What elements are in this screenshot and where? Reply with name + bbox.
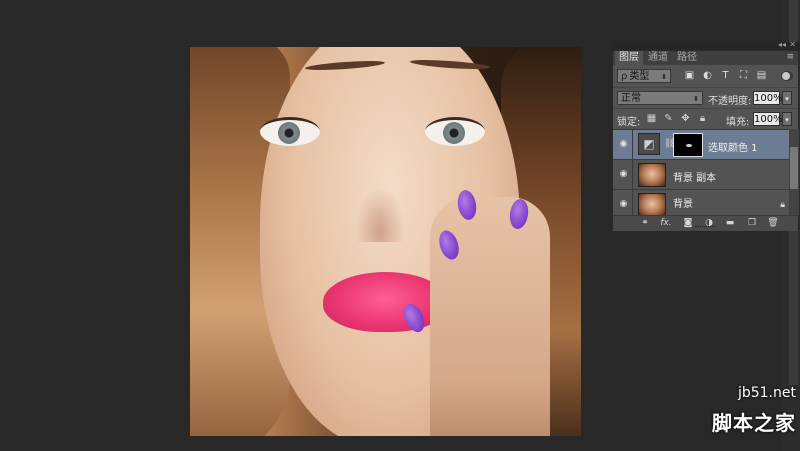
resize-grip[interactable] xyxy=(695,226,715,229)
filter-type-select[interactable]: ρ 类型 ⬍ xyxy=(617,69,671,83)
layer-row-selective-color[interactable]: ◉ ◩ ⛓ 选取颜色 1 xyxy=(613,130,789,160)
lock-row: 锁定: ▦ ✎ ✥ 🔒︎ 填充: 100% ▾ xyxy=(613,108,798,129)
canvas-image[interactable] xyxy=(190,47,581,436)
layer-row-background-copy[interactable]: ◉ 背景 副本 xyxy=(613,160,789,190)
folder-icon[interactable]: ▬ xyxy=(724,218,736,229)
fx-icon[interactable]: fx. xyxy=(660,218,672,229)
blend-mode-value: 正常 xyxy=(621,93,641,104)
lock-paint-icon[interactable]: ✎ xyxy=(663,113,674,124)
layer-name[interactable]: 背景 xyxy=(673,195,693,210)
layer-row-background[interactable]: ◉ 背景 🔒︎ xyxy=(613,190,789,216)
smart-object-filter-icon[interactable]: ▤ xyxy=(756,70,767,81)
blend-mode-select[interactable]: 正常 ⬍ xyxy=(617,91,703,105)
layers-scrollbar-thumb[interactable] xyxy=(790,147,798,189)
tab-channels[interactable]: 通道 xyxy=(644,51,672,65)
fill-label: 填充: xyxy=(726,117,750,128)
layer-name[interactable]: 选取颜色 1 xyxy=(708,139,758,154)
opacity-label: 不透明度: xyxy=(708,96,752,107)
panel-tabs: 图层 通道 路径 ≡ xyxy=(613,51,798,65)
new-layer-icon[interactable]: ❐ xyxy=(746,218,758,229)
filter-toggle[interactable] xyxy=(781,71,793,81)
collapse-icon[interactable]: ◂◂ xyxy=(778,40,786,49)
layers-panel: 图层 通道 路径 ≡ ρ 类型 ⬍ ▣ ◐ T ⛶ ▤ 正常 ⬍ 不透明度: 10… xyxy=(612,50,799,231)
visibility-eye-icon[interactable]: ◉ xyxy=(618,170,629,179)
watermark-url: jb51.net xyxy=(737,385,796,401)
lock-transparent-icon[interactable]: ▦ xyxy=(646,113,657,124)
link-icon[interactable]: ⚭ xyxy=(639,218,651,229)
right-eye xyxy=(425,117,485,146)
opacity-dropdown-button[interactable]: ▾ xyxy=(782,91,792,105)
search-icon: ρ xyxy=(621,71,628,82)
selective-color-adjustment-icon[interactable]: ◩ xyxy=(638,133,660,155)
layers-scrollbar-track[interactable] xyxy=(789,129,799,215)
layer-name[interactable]: 背景 副本 xyxy=(673,169,716,184)
adjustment-filter-icon[interactable]: ◐ xyxy=(702,70,713,81)
tab-paths[interactable]: 路径 xyxy=(673,51,701,65)
type-filter-icon[interactable]: T xyxy=(720,70,731,81)
layer-thumbnail[interactable] xyxy=(638,193,666,216)
tab-layers[interactable]: 图层 xyxy=(615,51,643,65)
lock-label: 锁定: xyxy=(617,117,641,128)
left-eye xyxy=(260,117,320,146)
visibility-eye-icon[interactable]: ◉ xyxy=(618,140,629,149)
separator xyxy=(632,130,633,159)
fill-input[interactable]: 100% xyxy=(753,112,783,126)
separator xyxy=(632,160,633,189)
blend-row: 正常 ⬍ 不透明度: 100% ▾ xyxy=(613,87,798,108)
panel-menu-icon[interactable]: ≡ xyxy=(786,52,794,62)
lock-icon: 🔒︎ xyxy=(780,200,785,210)
shape-filter-icon[interactable]: ⛶ xyxy=(738,70,749,81)
right-iris xyxy=(443,122,465,144)
filter-row: ρ 类型 ⬍ ▣ ◐ T ⛶ ▤ xyxy=(613,66,798,86)
lock-all-icon[interactable]: 🔒︎ xyxy=(697,113,708,124)
left-eyebrow xyxy=(304,59,386,72)
pixel-filter-icon[interactable]: ▣ xyxy=(684,70,695,81)
right-eyebrow xyxy=(409,58,491,71)
filter-type-value: 类型 xyxy=(629,71,650,82)
layers-list: ◉ ◩ ⛓ 选取颜色 1 ◉ 背景 副本 ◉ 背景 🔒︎ xyxy=(613,129,789,216)
layer-thumbnail[interactable] xyxy=(638,163,666,187)
opacity-input[interactable]: 100% xyxy=(753,91,783,105)
chevron-updown-icon: ⬍ xyxy=(661,73,667,81)
chevron-updown-icon: ⬍ xyxy=(693,95,699,103)
watermark: jb51.net 脚本之家 xyxy=(700,380,800,451)
mask-icon[interactable]: ◙ xyxy=(682,218,694,229)
lock-position-icon[interactable]: ✥ xyxy=(680,113,691,124)
watermark-name: 脚本之家 xyxy=(712,411,796,435)
left-iris xyxy=(278,122,300,144)
visibility-eye-icon[interactable]: ◉ xyxy=(618,200,629,209)
close-icon[interactable]: ✕ xyxy=(789,40,796,49)
fill-dropdown-button[interactable]: ▾ xyxy=(782,112,792,126)
panel-dock-bar: ◂◂ ✕ xyxy=(612,40,800,50)
trash-icon[interactable]: 🗑︎ xyxy=(767,218,779,229)
layer-mask-thumbnail[interactable] xyxy=(673,133,703,157)
nose xyxy=(355,187,405,242)
separator xyxy=(632,190,633,216)
